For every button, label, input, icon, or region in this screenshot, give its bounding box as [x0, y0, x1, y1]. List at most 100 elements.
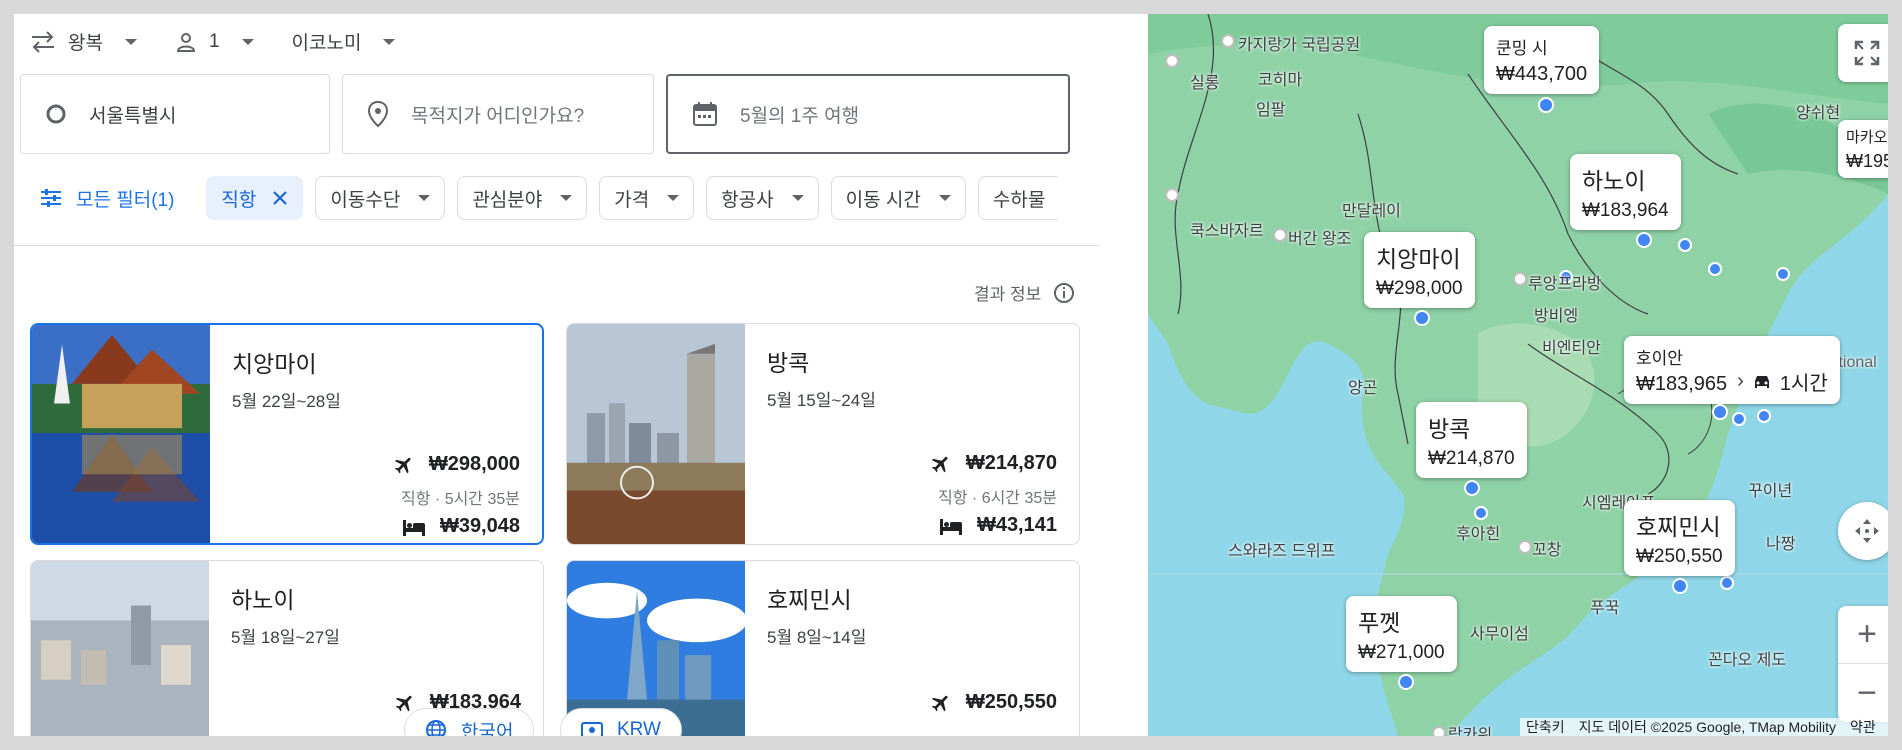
bubble-city: 방콕: [1428, 416, 1471, 442]
map-city-dot[interactable]: [1165, 54, 1179, 68]
currency-button[interactable]: KRW: [560, 708, 682, 736]
map-city-dot[interactable]: [1273, 228, 1287, 242]
map-airport-dot[interactable]: [1732, 412, 1746, 426]
airplane-pin-icon[interactable]: [1538, 97, 1554, 113]
language-label: 한국어: [461, 721, 514, 737]
filter-chip-duration[interactable]: 이동 시간: [830, 176, 966, 220]
map-airport-dot[interactable]: [1757, 409, 1771, 423]
chevron-down-icon: [938, 195, 951, 201]
card-flight-info: 직항 · 5시간 35분: [401, 491, 520, 508]
passengers-select[interactable]: 1: [175, 31, 254, 53]
map-label: 사무이섬: [1470, 626, 1529, 643]
filter-chip-transport[interactable]: 이동수단: [315, 176, 446, 220]
map-airport-dot[interactable]: [1776, 267, 1790, 281]
bed-icon: [939, 518, 962, 535]
close-icon[interactable]: [272, 190, 288, 206]
bubble-city: 호찌민시: [1636, 514, 1721, 540]
keyboard-shortcuts-link[interactable]: 단축키: [1526, 717, 1565, 736]
chevron-down-icon: [560, 195, 573, 201]
chevron-down-icon: [418, 195, 431, 201]
map-label: 꾸이년: [1748, 483, 1793, 500]
map-label: 카지랑가 국립공원: [1238, 37, 1361, 54]
card-dates: 5월 8일~14일: [767, 628, 867, 647]
date-field[interactable]: 5월의 1주 여행: [666, 74, 1070, 154]
card-hotel-price: ₩43,141: [939, 514, 1057, 537]
chevron-down-icon: [124, 38, 137, 45]
card-hotel-price: ₩39,048: [402, 515, 520, 538]
filter-chip-label: 이동수단: [330, 189, 401, 211]
map-airport-dot[interactable]: [1720, 576, 1734, 590]
language-button[interactable]: 한국어: [404, 708, 535, 737]
origin-field[interactable]: 서울특별시: [20, 74, 330, 154]
airplane-icon: [931, 456, 948, 472]
card-body: 호찌민시 5월 8일~14일 ₩250,550: [767, 581, 1057, 736]
trip-options-row: 왕복 1 이코노미: [30, 28, 433, 55]
chevron-down-icon: [667, 195, 680, 201]
info-icon: [1054, 282, 1075, 303]
flight-price-value: ₩214,870: [965, 452, 1057, 474]
filter-chip-nonstop[interactable]: 직항: [206, 176, 304, 220]
map-city-dot[interactable]: [1432, 726, 1446, 736]
map-label: 실롱: [1190, 75, 1220, 92]
origin-circle-icon: [46, 104, 66, 124]
map-city-dot[interactable]: [1165, 188, 1179, 202]
map-airport-dot[interactable]: [1678, 238, 1692, 252]
globe-icon: [426, 720, 446, 736]
map-airport-dot[interactable]: [1708, 262, 1722, 276]
map-label: 랑카위: [1448, 727, 1493, 736]
zoom-in-button[interactable]: +: [1838, 606, 1888, 664]
trip-type-select[interactable]: 왕복: [30, 28, 137, 55]
map-price-bubble[interactable]: 하노이 ₩183,964: [1570, 154, 1681, 230]
filter-chip-interests[interactable]: 관심분야: [457, 176, 588, 220]
map-city-dot[interactable]: [1513, 272, 1527, 286]
map-label: 코히마: [1258, 72, 1303, 89]
fullscreen-button[interactable]: [1838, 24, 1888, 82]
date-value: 5월의 1주 여행: [740, 105, 860, 127]
map-label: 꼬창: [1532, 542, 1562, 559]
filter-chip-baggage[interactable]: 수하물: [977, 176, 1058, 220]
airplane-pin-icon[interactable]: [1636, 232, 1652, 248]
cabin-class-select[interactable]: 이코노미: [292, 28, 396, 55]
chiang-mai-temple-photo: [32, 325, 210, 543]
map-airport-dot[interactable]: [1474, 506, 1488, 520]
recenter-button[interactable]: [1838, 502, 1888, 560]
all-filters-button[interactable]: 모든 필터(1): [40, 185, 174, 212]
bubble-price: ₩195,: [1846, 151, 1888, 171]
bubble-price: ₩250,550: [1636, 546, 1723, 567]
map-price-bubble[interactable]: 방콕 ₩214,870: [1416, 402, 1527, 478]
explore-map[interactable]: 카지랑가 국립공원 실롱 코히마 임팔 만달레이 쿡스바자르 버간 왕조 루앙프…: [1148, 14, 1888, 736]
location-pin-icon: [367, 100, 389, 128]
map-city-dot[interactable]: [1221, 34, 1235, 48]
results-info-button[interactable]: 결과 정보: [974, 280, 1075, 305]
map-label: 양쉬현: [1796, 105, 1841, 122]
airplane-pin-icon[interactable]: [1464, 480, 1480, 496]
filter-chip-price[interactable]: 가격: [599, 176, 695, 220]
map-price-bubble[interactable]: 마카오 ₩195,: [1838, 120, 1888, 178]
card-dates: 5월 22일~28일: [232, 392, 341, 411]
zoom-out-button[interactable]: −: [1838, 664, 1888, 722]
map-price-bubble[interactable]: 쿤밍 시 ₩443,700: [1484, 26, 1600, 94]
bubble-drive-time: › 1시간: [1737, 367, 1828, 396]
airplane-pin-icon[interactable]: [1712, 404, 1728, 420]
airplane-pin-icon[interactable]: [1398, 674, 1414, 690]
filter-chip-airline[interactable]: 항공사: [706, 176, 819, 220]
map-city-dot[interactable]: [1518, 540, 1532, 554]
filter-chip-label: 가격: [614, 189, 650, 211]
airplane-icon: [394, 457, 411, 473]
destination-field[interactable]: 목적지가 어디인가요?: [342, 74, 654, 154]
map-price-bubble[interactable]: 치앙마이 ₩298,000: [1364, 232, 1475, 308]
destination-card[interactable]: 치앙마이 5월 22일~28일 ₩298,000 직항 · 5시간 35분 ₩3…: [30, 323, 544, 545]
map-price-bubble[interactable]: 호이안 ₩183,965 › 1시간: [1624, 336, 1840, 404]
map-label: 스와라즈 드위프: [1228, 543, 1336, 560]
bubble-city: 호이안: [1636, 349, 1683, 368]
map-price-bubble[interactable]: 호찌민시 ₩250,550: [1624, 500, 1735, 576]
filter-chip-label: 항공사: [721, 189, 774, 211]
chevron-down-icon: [241, 38, 254, 45]
map-price-bubble[interactable]: 푸껫 ₩271,000: [1346, 596, 1457, 672]
destination-card[interactable]: 방콕 5월 15일~24일 ₩214,870 직항 · 6시간 35분 ₩43,…: [566, 323, 1080, 545]
airplane-pin-icon[interactable]: [1672, 578, 1688, 594]
terms-link[interactable]: 약관: [1850, 717, 1876, 736]
map-label: 방비엥: [1534, 308, 1579, 325]
airplane-pin-icon[interactable]: [1414, 310, 1430, 326]
map-label: 쿡스바자르: [1190, 223, 1264, 240]
